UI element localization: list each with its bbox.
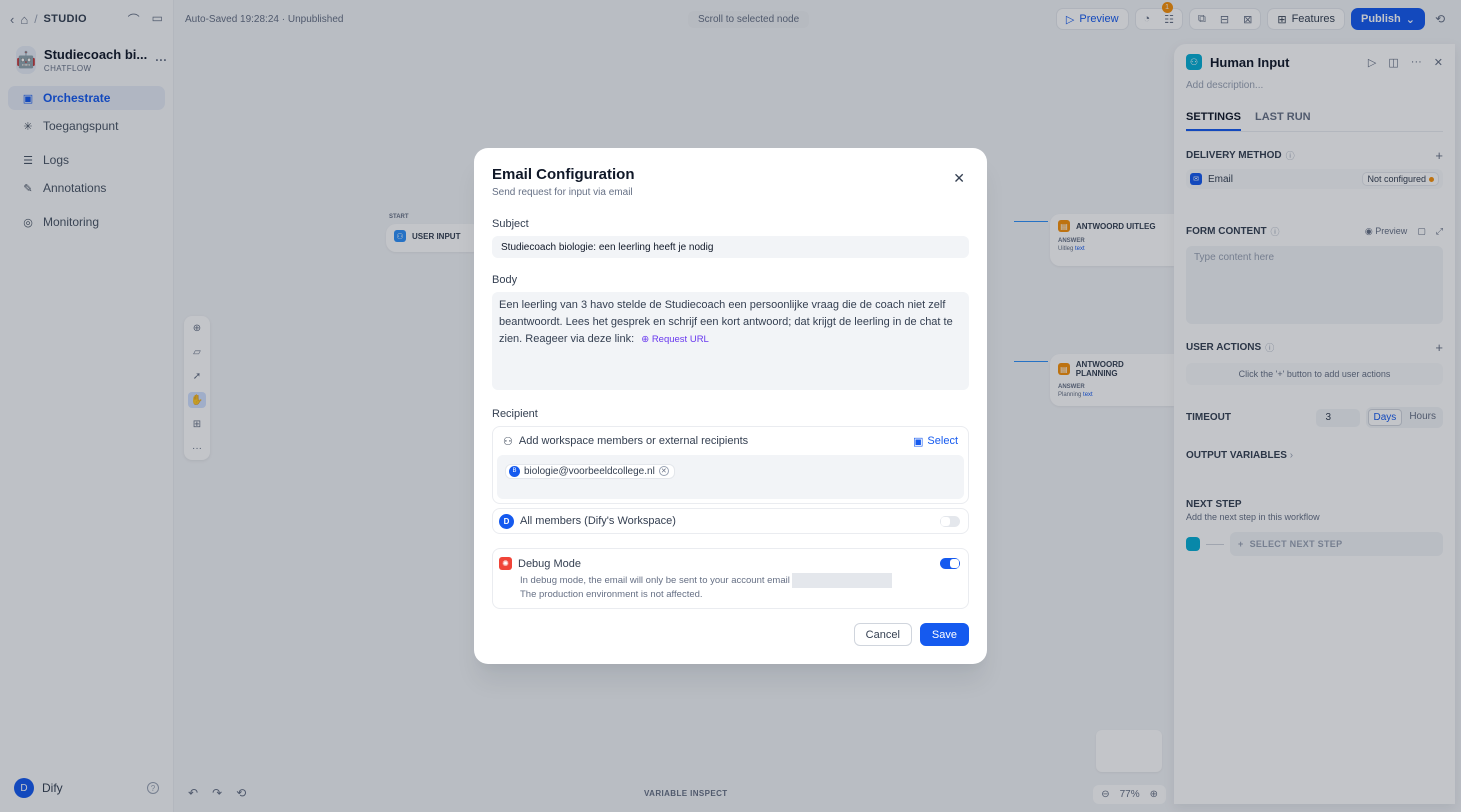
all-members-row: D All members (Dify's Workspace) [492, 508, 969, 534]
redacted-email [791, 573, 892, 588]
debug-mode-toggle[interactable] [940, 558, 960, 569]
subject-label: Subject [492, 218, 529, 230]
recipient-box: ⚇ Add workspace members or external reci… [492, 426, 969, 504]
recipient-placeholder: Add workspace members or external recipi… [518, 435, 749, 447]
debug-mode-card: ✺ Debug Mode In debug mode, the email wi… [492, 548, 969, 609]
contacts-icon: ▣ [913, 435, 924, 448]
debug-description: In debug mode, the email will only be se… [520, 575, 790, 587]
avatar: B [509, 465, 520, 477]
email-configuration-dialog: Email Configuration Send request for inp… [474, 148, 987, 664]
recipient-email: biologie@voorbeeldcollege.nl [524, 465, 655, 477]
cancel-button[interactable]: Cancel [853, 623, 912, 646]
workspace-avatar: D [499, 513, 514, 529]
all-members-toggle[interactable] [940, 515, 960, 527]
body-editor[interactable]: Een leerling van 3 havo stelde de Studie… [492, 292, 969, 390]
body-text: Een leerling van 3 havo stelde de Studie… [499, 299, 953, 345]
remove-recipient-icon[interactable]: ✕ [658, 466, 669, 476]
debug-note: The production environment is not affect… [520, 589, 703, 600]
all-members-label: All members (Dify's Workspace) [520, 515, 676, 527]
select-recipients-button[interactable]: ▣ Select [913, 435, 958, 448]
request-url-variable[interactable]: ⊕ Request URL [641, 334, 709, 345]
recipient-label: Recipient [492, 408, 538, 420]
dialog-footer: Cancel Save [853, 623, 969, 646]
save-button[interactable]: Save [919, 623, 969, 646]
subject-input[interactable]: Studiecoach biologie: een leerling heeft… [492, 236, 969, 258]
body-label: Body [492, 274, 518, 286]
debug-title: Debug Mode [518, 557, 581, 570]
dialog-subtitle: Send request for input via email [492, 187, 633, 198]
close-icon[interactable]: ✕ [953, 170, 965, 187]
dialog-title: Email Configuration [492, 166, 635, 183]
recipient-chip: B biologie@voorbeeldcollege.nl ✕ [505, 463, 675, 479]
recipient-input-area[interactable]: B biologie@voorbeeldcollege.nl ✕ [497, 455, 964, 499]
bug-icon: ✺ [499, 557, 512, 570]
users-icon: ⚇ [503, 435, 513, 448]
